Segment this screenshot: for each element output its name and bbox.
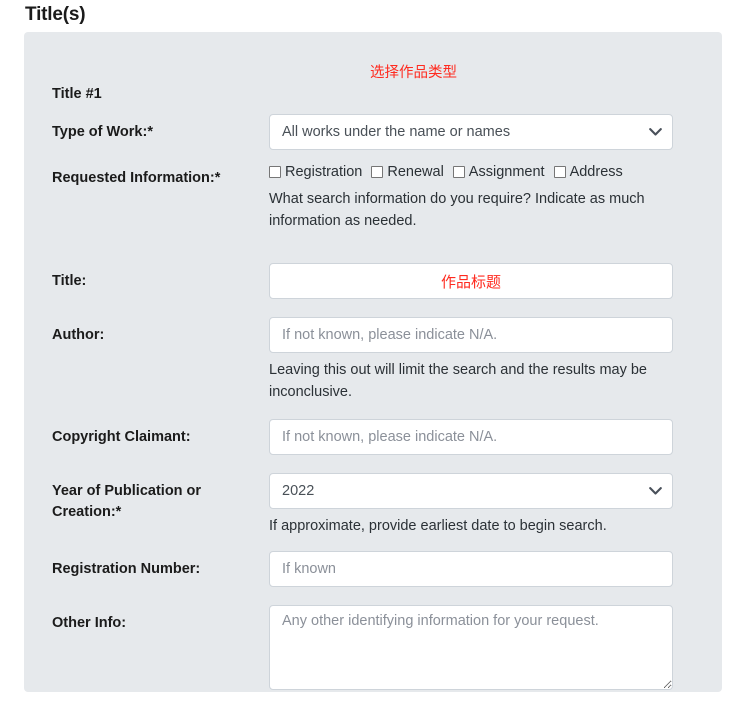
registration-number-label: Registration Number: bbox=[52, 561, 201, 577]
other-info-field bbox=[269, 605, 673, 690]
requested-information-field: Registration Renewal Assignment Address bbox=[269, 162, 673, 232]
year-of-publication-label: Year of Publication or Creation:* bbox=[52, 483, 202, 520]
other-info-label: Other Info: bbox=[52, 615, 127, 631]
requested-information-checkbox-group: Registration Renewal Assignment Address bbox=[269, 162, 673, 182]
registration-number-field bbox=[269, 551, 673, 587]
type-of-work-field: All works under the name or names bbox=[269, 114, 673, 150]
title-label: Title: bbox=[52, 273, 87, 289]
checkbox-label-renewal: Renewal bbox=[387, 164, 444, 180]
checkbox-label-registration: Registration bbox=[285, 164, 363, 180]
checkbox-icon-renewal[interactable] bbox=[371, 166, 384, 178]
title-field: 作品标题 bbox=[269, 263, 673, 299]
title-form-panel: Title #1 Type of Work:* All works under … bbox=[24, 32, 722, 692]
year-of-publication-select-wrapper: 2022 bbox=[269, 473, 673, 509]
registration-number-input[interactable] bbox=[269, 551, 673, 587]
checkbox-icon-address[interactable] bbox=[553, 166, 566, 178]
title-number-label: Title #1 bbox=[52, 86, 102, 102]
year-of-publication-field: 2022 If approximate, provide earliest da… bbox=[269, 473, 673, 537]
author-help-text: Leaving this out will limit the search a… bbox=[269, 362, 647, 400]
page-title: Title(s) bbox=[25, 4, 86, 25]
author-input[interactable] bbox=[269, 317, 673, 353]
requested-information-label: Requested Information:* bbox=[52, 170, 221, 186]
year-of-publication-help-text: If approximate, provide earliest date to… bbox=[269, 518, 607, 534]
other-info-textarea[interactable] bbox=[269, 605, 673, 690]
checkbox-item-assignment[interactable]: Assignment bbox=[452, 162, 545, 182]
requested-information-help-text: What search information do you require? … bbox=[269, 191, 645, 229]
checkbox-item-address[interactable]: Address bbox=[553, 162, 623, 182]
type-of-work-select[interactable]: All works under the name or names bbox=[269, 114, 673, 150]
checkbox-item-renewal[interactable]: Renewal bbox=[371, 162, 444, 182]
copyright-claimant-field bbox=[269, 419, 673, 455]
year-of-publication-select[interactable]: 2022 bbox=[269, 473, 673, 509]
type-of-work-select-wrapper: All works under the name or names bbox=[269, 114, 673, 150]
checkbox-label-address: Address bbox=[569, 164, 623, 180]
author-field: Leaving this out will limit the search a… bbox=[269, 317, 673, 403]
checkbox-icon-registration[interactable] bbox=[269, 166, 281, 178]
checkbox-label-assignment: Assignment bbox=[468, 164, 545, 180]
form-page: Title(s) Title #1 Type of Work:* All wor… bbox=[0, 0, 738, 702]
checkbox-item-registration[interactable]: Registration bbox=[269, 162, 362, 182]
author-label: Author: bbox=[52, 327, 105, 343]
title-input[interactable] bbox=[269, 263, 673, 299]
copyright-claimant-label: Copyright Claimant: bbox=[52, 429, 191, 445]
copyright-claimant-input[interactable] bbox=[269, 419, 673, 455]
type-of-work-label: Type of Work:* bbox=[52, 124, 153, 140]
checkbox-icon-assignment[interactable] bbox=[452, 166, 465, 178]
